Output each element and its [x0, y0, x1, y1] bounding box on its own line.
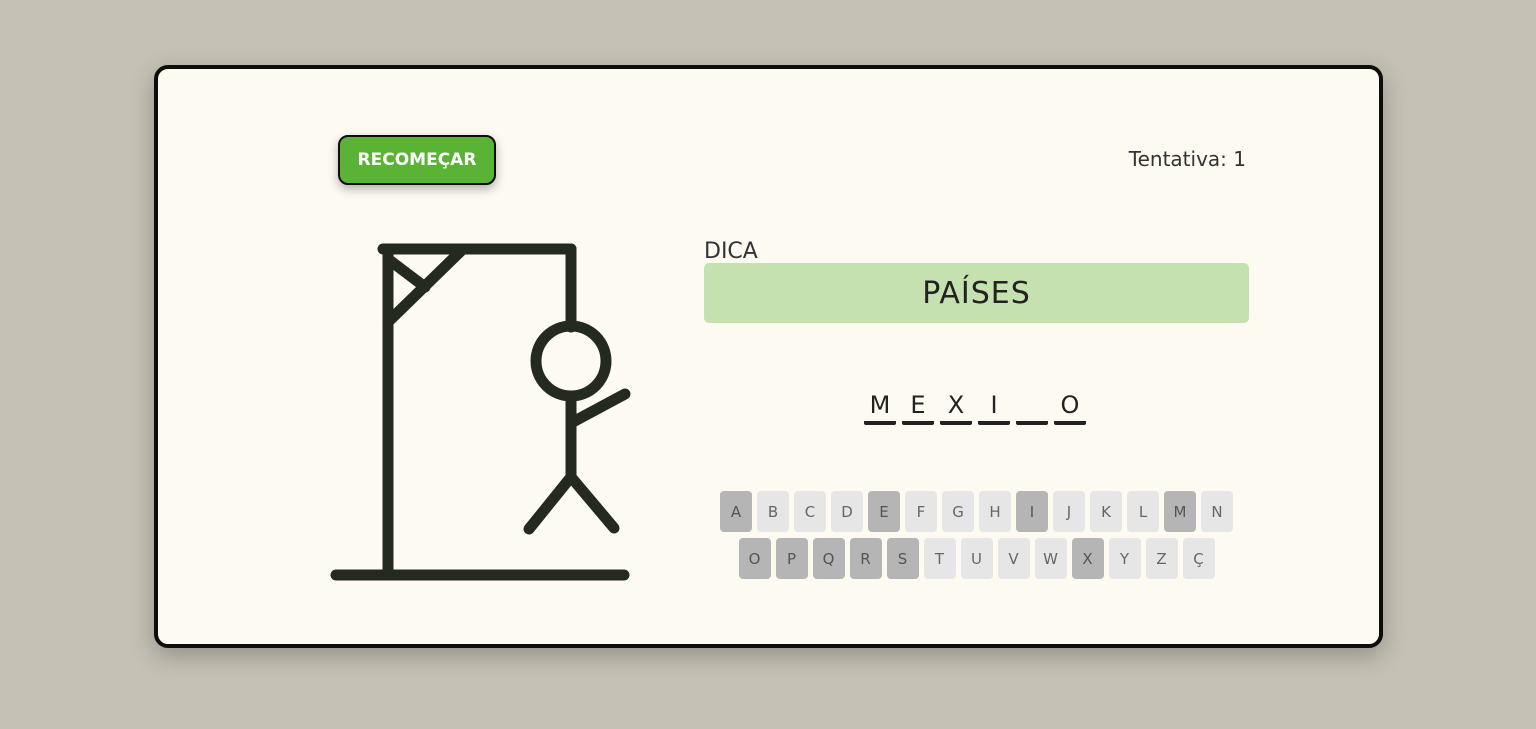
key-h[interactable]: H — [979, 491, 1011, 532]
word-letter-slot: I — [978, 391, 1010, 425]
key-v[interactable]: V — [997, 538, 1030, 579]
key-x[interactable]: X — [1071, 538, 1104, 579]
word-letter-slot: M — [864, 391, 896, 425]
key-m[interactable]: M — [1164, 491, 1196, 532]
key-p[interactable]: P — [775, 538, 808, 579]
key-w[interactable]: W — [1034, 538, 1067, 579]
word-letter-slot: O — [1054, 391, 1086, 425]
hint-box: PAÍSES — [704, 263, 1249, 323]
letter-keyboard: ABCDEFGHIJKLMN OPQRSTUVWXYZÇ — [704, 491, 1249, 585]
key-l[interactable]: L — [1127, 491, 1159, 532]
key-y[interactable]: Y — [1108, 538, 1141, 579]
hangman-head — [530, 320, 612, 402]
key-g[interactable]: G — [942, 491, 974, 532]
hangman-left-leg — [523, 471, 577, 535]
word-letter-slot: X — [940, 391, 972, 425]
key-j[interactable]: J — [1053, 491, 1085, 532]
key-u[interactable]: U — [960, 538, 993, 579]
hangman-right-leg — [565, 471, 620, 534]
key-s[interactable]: S — [886, 538, 919, 579]
word-letter-slot — [1016, 391, 1048, 425]
restart-button[interactable]: RECOMEÇAR — [338, 135, 496, 185]
key-e[interactable]: E — [868, 491, 900, 532]
key-r[interactable]: R — [849, 538, 882, 579]
key-z[interactable]: Z — [1145, 538, 1178, 579]
game-card: RECOMEÇAR Tentativa: 1 DICA PAÍSES MEXIO… — [154, 65, 1383, 648]
key-f[interactable]: F — [905, 491, 937, 532]
attempt-counter: Tentativa: 1 — [1128, 147, 1246, 171]
key-o[interactable]: O — [738, 538, 771, 579]
hint-label: DICA — [704, 239, 758, 264]
key-k[interactable]: K — [1090, 491, 1122, 532]
key-a[interactable]: A — [720, 491, 752, 532]
key-n[interactable]: N — [1201, 491, 1233, 532]
word-display: MEXI O — [864, 391, 1086, 425]
key-ç[interactable]: Ç — [1182, 538, 1215, 579]
key-b[interactable]: B — [757, 491, 789, 532]
key-q[interactable]: Q — [812, 538, 845, 579]
word-letter-slot: E — [902, 391, 934, 425]
keyboard-row: OPQRSTUVWXYZÇ — [704, 538, 1249, 579]
key-t[interactable]: T — [923, 538, 956, 579]
key-i[interactable]: I — [1016, 491, 1048, 532]
key-d[interactable]: D — [831, 491, 863, 532]
hangman-drawing — [330, 243, 631, 581]
key-c[interactable]: C — [794, 491, 826, 532]
keyboard-row: ABCDEFGHIJKLMN — [704, 491, 1249, 532]
gallows-brace-2 — [382, 253, 431, 293]
